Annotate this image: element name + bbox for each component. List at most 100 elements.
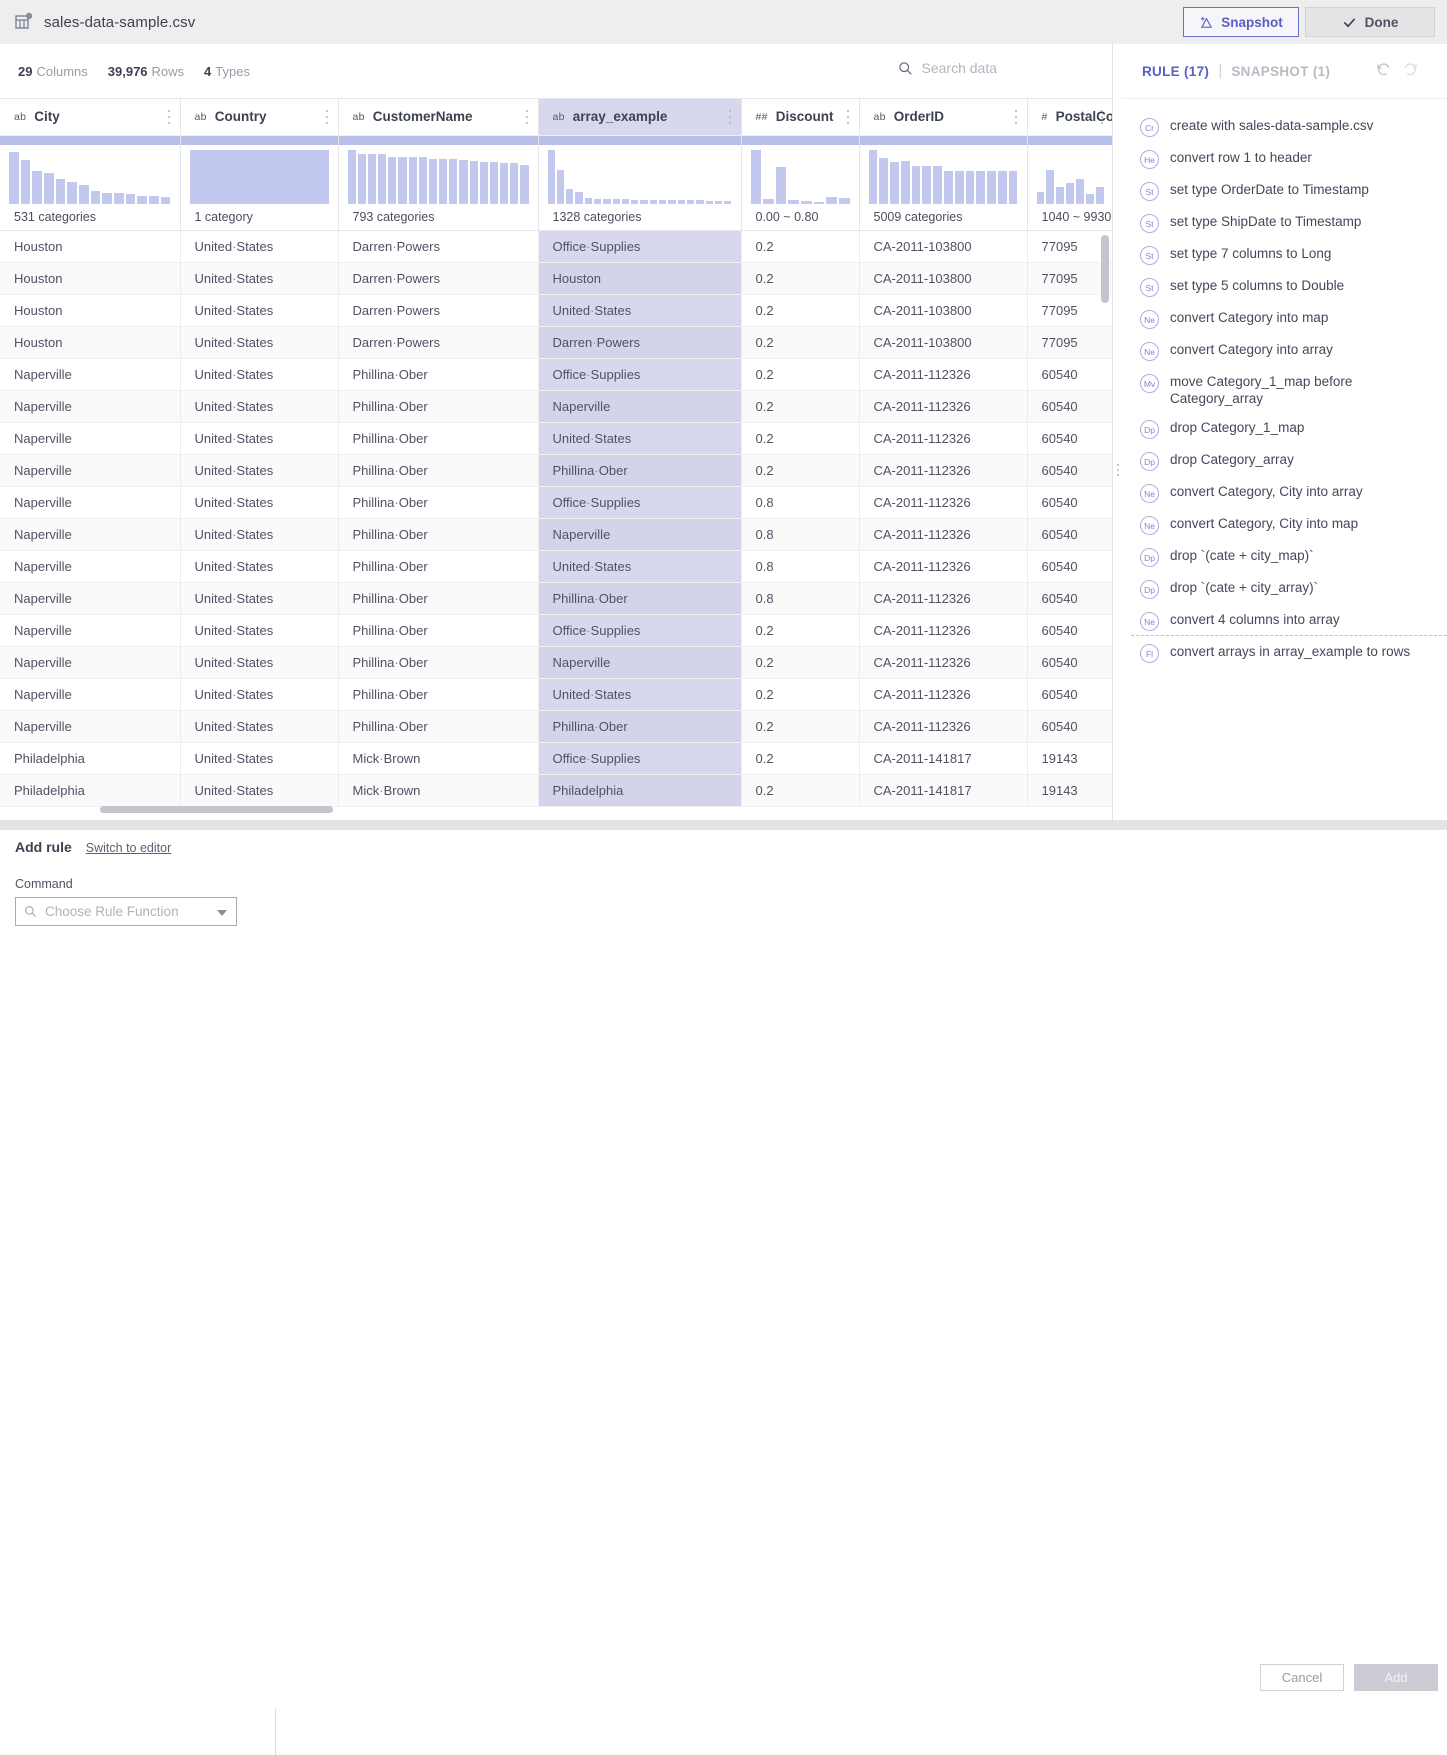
table-row[interactable]: Naperville United·States Phillina·Ober Phil… <box>0 582 1112 615</box>
rule-item[interactable]: Ne convert Category into map <box>1136 303 1433 335</box>
cell-country[interactable]: United·States <box>180 678 339 711</box>
cell-country[interactable]: United·States <box>180 710 339 743</box>
cell-city[interactable]: Philadelphia <box>0 742 181 775</box>
cell-customer-name[interactable]: Phillina·Ober <box>338 582 539 615</box>
cell-order-id[interactable]: CA-2011-112326 <box>859 678 1028 711</box>
add-button[interactable]: Add <box>1354 1664 1438 1691</box>
table-row[interactable]: Naperville United·States Phillina·Ober Phil… <box>0 454 1112 487</box>
cell-customer-name[interactable]: Darren·Powers <box>338 230 539 263</box>
cell-order-id[interactable]: CA-2011-103800 <box>859 230 1028 263</box>
column-menu-icon[interactable] <box>168 110 171 124</box>
cell-customer-name[interactable]: Darren·Powers <box>338 326 539 359</box>
cell-city[interactable]: Naperville <box>0 678 181 711</box>
cell-discount[interactable]: 0.2 <box>741 678 860 711</box>
cell-array-example[interactable]: Phillina·Ober <box>538 454 742 487</box>
cell-city[interactable]: Naperville <box>0 390 181 423</box>
rule-item[interactable]: Dp drop Category_1_map <box>1136 413 1433 445</box>
cell-order-id[interactable]: CA-2011-141817 <box>859 774 1028 807</box>
cell-customer-name[interactable]: Phillina·Ober <box>338 614 539 647</box>
cell-customer-name[interactable]: Phillina·Ober <box>338 390 539 423</box>
column-header-city[interactable]: ab City <box>0 99 181 136</box>
horizontal-scrollbar-thumb[interactable] <box>100 806 333 813</box>
cell-customer-name[interactable]: Phillina·Ober <box>338 678 539 711</box>
cell-array-example[interactable]: United·States <box>538 422 742 455</box>
cell-discount[interactable]: 0.2 <box>741 390 860 423</box>
table-row[interactable]: Philadelphia United·States Mick·Brown Phila… <box>0 774 1112 807</box>
cell-array-example[interactable]: Office·Supplies <box>538 486 742 519</box>
cell-order-id[interactable]: CA-2011-141817 <box>859 742 1028 775</box>
cell-array-example[interactable]: United·States <box>538 550 742 583</box>
table-row[interactable]: Naperville United·States Phillina·Ober Unit… <box>0 422 1112 455</box>
cell-city[interactable]: Houston <box>0 262 181 295</box>
rule-item[interactable]: Dp drop Category_array <box>1136 445 1433 477</box>
cell-postal-code[interactable]: 60540 <box>1027 486 1112 519</box>
column-menu-icon[interactable] <box>847 110 850 124</box>
rule-item[interactable]: Ne convert Category, City into map <box>1136 509 1433 541</box>
cell-postal-code[interactable]: 77095 <box>1027 326 1112 359</box>
cell-order-id[interactable]: CA-2011-103800 <box>859 294 1028 327</box>
cell-postal-code[interactable]: 60540 <box>1027 390 1112 423</box>
table-row[interactable]: Naperville United·States Phillina·Ober Unit… <box>0 678 1112 711</box>
table-row[interactable]: Houston United·States Darren·Powers Darren·… <box>0 326 1112 359</box>
vertical-scrollbar-thumb[interactable] <box>1101 235 1109 303</box>
chevron-down-icon[interactable] <box>217 910 227 916</box>
search-input-placeholder[interactable]: Search data <box>922 60 998 76</box>
cell-discount[interactable]: 0.2 <box>741 614 860 647</box>
cell-order-id[interactable]: CA-2011-112326 <box>859 550 1028 583</box>
cell-city[interactable]: Naperville <box>0 518 181 551</box>
cell-country[interactable]: United·States <box>180 742 339 775</box>
cell-country[interactable]: United·States <box>180 582 339 615</box>
cell-country[interactable]: United·States <box>180 486 339 519</box>
column-header-customername[interactable]: ab CustomerName <box>338 99 539 136</box>
cell-order-id[interactable]: CA-2011-112326 <box>859 358 1028 391</box>
cell-discount[interactable]: 0.2 <box>741 646 860 679</box>
rule-item[interactable]: St set type 5 columns to Double <box>1136 271 1433 303</box>
snapshot-button[interactable]: Snapshot <box>1183 7 1299 37</box>
cell-city[interactable]: Naperville <box>0 486 181 519</box>
done-button[interactable]: Done <box>1305 7 1435 37</box>
column-menu-icon[interactable] <box>729 110 732 124</box>
cell-city[interactable]: Houston <box>0 230 181 263</box>
column-menu-icon[interactable] <box>326 110 329 124</box>
cell-customer-name[interactable]: Phillina·Ober <box>338 454 539 487</box>
rule-item[interactable]: Dp drop `(cate + city_map)` <box>1136 541 1433 573</box>
cancel-button[interactable]: Cancel <box>1260 1664 1344 1691</box>
cell-country[interactable]: United·States <box>180 550 339 583</box>
cell-country[interactable]: United·States <box>180 646 339 679</box>
cell-customer-name[interactable]: Phillina·Ober <box>338 358 539 391</box>
cell-postal-code[interactable]: 60540 <box>1027 582 1112 615</box>
table-row[interactable]: Philadelphia United·States Mick·Brown Offic… <box>0 742 1112 775</box>
cell-order-id[interactable]: CA-2011-112326 <box>859 390 1028 423</box>
cell-order-id[interactable]: CA-2011-103800 <box>859 262 1028 295</box>
cell-city[interactable]: Naperville <box>0 582 181 615</box>
rule-item[interactable]: Ne convert Category, City into array <box>1136 477 1433 509</box>
cell-postal-code[interactable]: 60540 <box>1027 422 1112 455</box>
cell-array-example[interactable]: Naperville <box>538 518 742 551</box>
cell-array-example[interactable]: Office·Supplies <box>538 614 742 647</box>
column-header-array_example[interactable]: ab array_example <box>538 99 742 136</box>
cell-postal-code[interactable]: 60540 <box>1027 518 1112 551</box>
cell-postal-code[interactable]: 60540 <box>1027 678 1112 711</box>
cell-country[interactable]: United·States <box>180 422 339 455</box>
cell-array-example[interactable]: Office·Supplies <box>538 742 742 775</box>
cell-postal-code[interactable]: 60540 <box>1027 614 1112 647</box>
cell-order-id[interactable]: CA-2011-112326 <box>859 518 1028 551</box>
cell-array-example[interactable]: Naperville <box>538 646 742 679</box>
cell-city[interactable]: Naperville <box>0 550 181 583</box>
column-menu-icon[interactable] <box>1015 110 1018 124</box>
cell-city[interactable]: Naperville <box>0 710 181 743</box>
cell-country[interactable]: United·States <box>180 230 339 263</box>
cell-discount[interactable]: 0.2 <box>741 262 860 295</box>
cell-postal-code[interactable]: 19143 <box>1027 742 1112 775</box>
column-header-postalcode[interactable]: # PostalCode <box>1027 99 1112 136</box>
rule-item[interactable]: Fl convert arrays in array_example to row… <box>1136 637 1433 669</box>
table-row[interactable]: Houston United·States Darren·Powers Office·… <box>0 230 1112 263</box>
redo-icon[interactable] <box>1402 61 1419 78</box>
column-menu-icon[interactable] <box>1101 110 1104 124</box>
column-header-country[interactable]: ab Country <box>180 99 339 136</box>
cell-postal-code[interactable]: 60540 <box>1027 646 1112 679</box>
table-row[interactable]: Naperville United·States Phillina·Ober Offi… <box>0 486 1112 519</box>
cell-order-id[interactable]: CA-2011-112326 <box>859 422 1028 455</box>
rule-item[interactable]: Ne convert Category into array <box>1136 335 1433 367</box>
cell-array-example[interactable]: Office·Supplies <box>538 230 742 263</box>
